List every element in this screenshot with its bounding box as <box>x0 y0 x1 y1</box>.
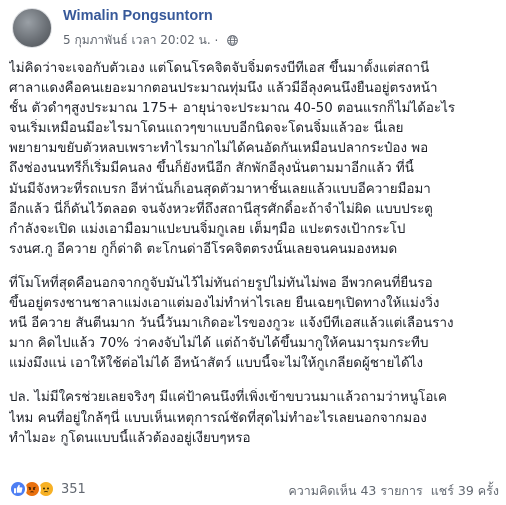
post-meta: 5 กุมภาพันธ์ เวลา 20:02 น. · <box>63 31 238 50</box>
post-text-line: ศาลาแดงคือคนเยอะมากตอนประมาณทุ่มนึง แล้ว… <box>9 81 438 97</box>
like-reaction-icon <box>9 480 27 498</box>
post-paragraph: ไม่คิดว่าจะเจอกับตัวเอง แต่โดนโรคจิตจับจ… <box>9 59 499 260</box>
post-text-line: ทำไมอะ กูโดนแบบนี้แล้วต้องอยู่เงียบๆหรอ <box>9 430 251 446</box>
post-text-line: กำลังจะเปิด แม่งเอามือมาแปะบนจิ๋มกูเลย เ… <box>9 221 406 237</box>
meta-separator: · <box>214 33 219 48</box>
timestamp[interactable]: 5 กุมภาพันธ์ เวลา 20:02 น. <box>63 33 211 47</box>
globe-icon[interactable] <box>227 35 238 46</box>
post-text-line: พยายามขยับตัวหลบเพราะทำไรมากไม่ได้คนอัดก… <box>9 141 429 157</box>
post-text-line: ที่โมโหที่สุดคือนอกจากกูจับมันไว้ไม่ทันถ… <box>9 275 433 291</box>
post-text-line: ชั้น ตัวดำๆสูงประมาณ 175+ อายุน่าจะประมา… <box>9 101 456 117</box>
post-header: Wimalin Pongsuntorn 5 กุมภาพันธ์ เวลา 20… <box>10 6 490 54</box>
post-text-line: จนเริ่มเหมือนมีอะไรมาโดนแถวๆขาแบบอีกนิดจ… <box>9 121 404 137</box>
reactions-summary[interactable]: 351 <box>9 480 86 498</box>
post-paragraph: ปล. ไม่มีใครช่วยเลยจริงๆ มีแค่ป้าคนนึงที… <box>9 388 499 448</box>
comments-count-link[interactable]: ความคิดเห็น 43 รายการ <box>288 483 422 498</box>
post-text-line: มันมีจังหวะที่รถเบรก อีห่านั่นก็เอนสุดตั… <box>9 181 431 197</box>
post-text-line: มาก คิดไปแล้ว 70% ว่าคงจับไม่ได้ แต่ถ้าจ… <box>9 336 429 352</box>
facebook-post: Wimalin Pongsuntorn 5 กุมภาพันธ์ เวลา 20… <box>0 0 506 505</box>
post-footer: 351 ความคิดเห็น 43 รายการ แชร์ 39 ครั้ง <box>9 480 499 500</box>
post-text-line: หนี อีควาย สันตีนมาก วันนี้วันมาเกิดอะไร… <box>9 316 454 332</box>
post-text-line: ไหม คนที่อยู่ใกล้ๆนี่ แบบเห็นเหตุการณ์ชั… <box>9 410 427 426</box>
post-text-line: ถึงช่องนนทรีก็เริ่มมีคนลง ขึ้นก็ยังหนีอี… <box>9 161 414 177</box>
post-text-line: ขึ้นอยู่ตรงชานชาลาแม่งเอาแต่มองไม่ทำห่าไ… <box>9 296 440 312</box>
post-text-line: อีกแล้ว นี่ก็ดันไว้ตลอด จนจังหวะที่ถึงสถ… <box>9 201 433 217</box>
post-paragraph: ที่โมโหที่สุดคือนอกจากกูจับมันไว้ไม่ทันถ… <box>9 274 499 374</box>
post-text-line: ไม่คิดว่าจะเจอกับตัวเอง แต่โดนโรคจิตจับจ… <box>9 61 430 76</box>
post-text-line: แม่งมึงแน่ เอาให้ใช้ต่อไม่ได้ อีหน้าสัตว… <box>9 356 423 372</box>
author-name[interactable]: Wimalin Pongsuntorn <box>63 8 213 24</box>
post-text-line: ปล. ไม่มีใครช่วยเลยจริงๆ มีแค่ป้าคนนึงที… <box>9 390 447 406</box>
post-text-line: รงนศ.กู อีควาย กูก็ด่าดิ ตะโกนด่าอีโรคจิ… <box>9 241 398 257</box>
post-body: ไม่คิดว่าจะเจอกับตัวเอง แต่โดนโรคจิตจับจ… <box>9 59 499 463</box>
shares-count-link[interactable]: แชร์ 39 ครั้ง <box>431 483 499 498</box>
post-stats: ความคิดเห็น 43 รายการ แชร์ 39 ครั้ง <box>284 481 499 501</box>
reaction-count: 351 <box>61 481 86 497</box>
avatar[interactable] <box>12 8 52 48</box>
